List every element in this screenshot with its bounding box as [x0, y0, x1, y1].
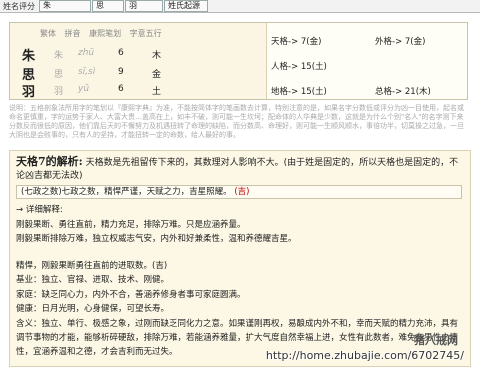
pinyin: yǔ	[78, 84, 90, 94]
tiange-detail-panel: 天格7的解析: 天格数是先祖留传下来的，其数理对人影响不大。(由于姓是固定的，所…	[9, 150, 471, 367]
detail-line: 精悍，刚毅果断勇往直前的进取数。(吉)	[16, 260, 168, 271]
detail-spacer	[16, 247, 464, 259]
summary-text: (七政之数)七政之数，精悍严谨，天赋之力，吉星照耀。	[21, 187, 232, 197]
fortune-badge: (吉)	[234, 187, 250, 197]
detail-body: → 详细解释: 刚毅果断、勇往直前，精力充足，排除万难。只是应涵养量。 刚毅果断…	[16, 203, 464, 359]
stroke-count: 6	[118, 84, 124, 94]
tiange-value: 天格-> 7(金)	[271, 37, 322, 47]
traditional-char: 思	[54, 70, 64, 80]
name-char: 朱	[22, 49, 36, 64]
detail-title: 天格7的解析:	[16, 155, 83, 168]
qizheng-summary-box: (七政之数)七政之数，精悍严谨，天赋之力，吉星照耀。 (吉)	[16, 185, 462, 199]
name-char: 羽	[22, 85, 36, 100]
detail-line: 基业：独立、官禄、进取、技术、刚健。	[16, 275, 170, 285]
detail-line: 刚毅果断、勇往直前，精力充足，排除万难。只是应涵养量。	[16, 219, 246, 230]
tab-bar-label: 姓名评分	[3, 1, 35, 11]
traditional-char: 朱	[54, 51, 64, 61]
detail-line: 家庭：缺乏同心力，内外不合，善涵养修身者事可家庭圆满。	[16, 289, 246, 300]
tab-si[interactable]: 思	[92, 0, 124, 12]
grid-panel-right: 外格-> 7(金) 总格-> 21(木)	[373, 23, 467, 99]
zongge-value: 总格-> 21(木)	[375, 87, 431, 97]
tab-surname-origin[interactable]: 姓氏起源	[164, 0, 208, 12]
watermark-url: http://home.zhubajie.com/6702745/	[265, 349, 464, 362]
waige-value: 外格-> 7(金)	[375, 37, 426, 47]
name-char-panel: 繁体 拼音 康熙笔划 字意五行 朱 朱 zhū 6 木 思 思 sī,sì 9 …	[10, 23, 267, 100]
detail-line: → 详细解释:	[16, 205, 63, 215]
header-traditional: 繁体	[40, 29, 56, 38]
pinyin: sī,sì	[78, 67, 96, 77]
traditional-char: 羽	[54, 87, 64, 97]
header-wuxing: 字意五行	[129, 29, 162, 38]
grid-panel-middle: 天格-> 7(金) 人格-> 15(土) 地格-> 15(土)	[267, 23, 373, 99]
detail-line: 健康：日月光明，心身健保，可望长寿。	[16, 304, 170, 314]
header-pinyin: 拼音	[64, 29, 81, 38]
tab-yu[interactable]: 羽	[125, 0, 163, 12]
name-analysis-table: 繁体 拼音 康熙笔划 字意五行 朱 朱 zhū 6 木 思 思 sī,sì 9 …	[9, 22, 468, 100]
wuxing-element: 金	[152, 70, 162, 80]
dige-value: 地格-> 15(土)	[271, 87, 327, 97]
stroke-count: 9	[118, 67, 124, 77]
wuxing-element: 土	[152, 87, 162, 97]
detail-line: 刚毅果断排除万难，独立权威志气安，内外和好兼柔性，温和养德耀吉星。	[16, 234, 297, 244]
header-strokes: 康熙笔划	[89, 29, 122, 38]
detail-title-text: 天格数是先祖留传下来的，其数理对人影响不大。(由于姓是固定的，所以天格也是固定的…	[16, 158, 459, 181]
wuxing-element: 木	[152, 51, 162, 61]
stroke-count: 6	[118, 48, 124, 58]
detail-heading: 天格7的解析: 天格数是先祖留传下来的，其数理对人影响不大。(由于姓是固定的，所…	[16, 155, 464, 183]
renge-value: 人格-> 15(土)	[271, 62, 327, 72]
pinyin: zhū	[78, 48, 95, 58]
explanation-notes: 说明：五格剖象法所用字的笔划以『康熙字典』为准，不能按简体字的笔画数去计算，特别…	[9, 104, 464, 139]
tab-zhu[interactable]: 朱	[39, 0, 91, 12]
tab-bar: 姓名评分 朱 思 羽 姓氏起源	[0, 0, 480, 13]
watermark-logo: 猪八戒网	[414, 334, 458, 347]
name-table-header: 繁体 拼音 康熙笔划 字意五行	[40, 28, 168, 39]
